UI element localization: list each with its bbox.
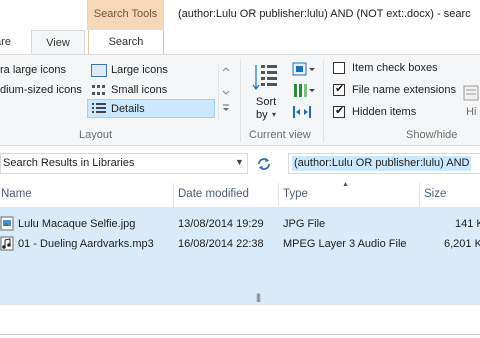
sort-by-sublabel[interactable]: by <box>256 109 268 121</box>
hidden-items-label[interactable]: Hidden items <box>352 106 416 118</box>
layout-medium-icons[interactable]: dium-sized icons <box>0 84 82 96</box>
file-date: 13/08/2014 19:29 <box>178 218 264 230</box>
file-name-extensions-label[interactable]: File name extensions <box>352 84 456 96</box>
sort-ascending-icon: ▲ <box>342 181 349 188</box>
column-header-size[interactable]: Size <box>424 188 446 200</box>
tab-search[interactable]: Search <box>88 30 164 54</box>
window-bottom-border <box>0 334 480 335</box>
layout-large-icons[interactable]: Large icons <box>111 64 168 76</box>
ribbon-separator <box>323 60 324 142</box>
hide-selected-label[interactable]: Hi <box>466 106 476 118</box>
column-header-type[interactable]: Type <box>283 188 308 200</box>
horizontal-scrollbar[interactable] <box>0 289 480 304</box>
hidden-items-checkbox[interactable]: ✔ <box>333 105 345 118</box>
scrollbar-grip-icon[interactable]: ||| <box>256 292 261 302</box>
group-label-layout: Layout <box>79 129 113 141</box>
file-date: 16/08/2014 22:38 <box>178 238 264 250</box>
file-name[interactable]: Lulu Macaque Selfie.jpg <box>18 218 135 230</box>
item-check-boxes-label[interactable]: Item check boxes <box>352 62 438 74</box>
checkmark-icon: ✔ <box>335 105 345 117</box>
audio-file-icon <box>0 236 14 252</box>
item-check-boxes-checkbox[interactable] <box>333 62 345 74</box>
ribbon-separator <box>240 60 241 142</box>
chevron-down-icon: ▾ <box>272 110 277 119</box>
large-icons-icon <box>91 64 107 77</box>
details-icon <box>91 102 107 115</box>
column-divider[interactable] <box>278 183 279 207</box>
column-divider[interactable] <box>173 183 174 207</box>
image-file-icon <box>0 216 14 232</box>
group-label-show-hide: Show/hide <box>406 129 458 141</box>
context-tab-group-title: Search Tools <box>93 8 158 20</box>
status-bar <box>0 304 480 338</box>
column-header-date-modified[interactable]: Date modified <box>178 188 249 200</box>
size-columns-icon[interactable] <box>292 104 312 120</box>
chevron-down-icon[interactable]: ▼ <box>235 157 244 167</box>
checkmark-icon: ✔ <box>335 83 345 95</box>
sort-icon <box>252 62 280 92</box>
tab-share[interactable]: are <box>0 30 18 54</box>
column-divider[interactable] <box>419 183 420 207</box>
layout-details[interactable]: Details <box>111 103 145 115</box>
group-label-current-view: Current view <box>249 129 311 141</box>
refresh-icon[interactable] <box>255 155 273 173</box>
window-title: (author:Lulu OR publisher:lulu) AND (NOT… <box>178 8 471 20</box>
layout-extra-large-icons[interactable]: ra large icons <box>0 64 66 76</box>
search-query[interactable]: (author:Lulu OR publisher:lulu) AND <box>292 156 472 171</box>
file-size: 6,201 K <box>444 238 480 250</box>
small-icons-icon <box>91 84 107 97</box>
hide-selected-icon[interactable] <box>462 84 480 106</box>
file-type: JPG File <box>283 218 326 230</box>
layout-small-icons[interactable]: Small icons <box>111 84 167 96</box>
sort-by-label[interactable]: Sort <box>256 96 276 108</box>
add-columns-icon[interactable] <box>292 83 316 99</box>
address-location[interactable]: Search Results in Libraries <box>3 157 134 169</box>
file-size: 141 K <box>455 218 480 230</box>
group-by-icon[interactable] <box>292 62 316 78</box>
file-name-extensions-checkbox[interactable]: ✔ <box>333 83 345 96</box>
file-type: MPEG Layer 3 Audio File <box>283 238 407 250</box>
tab-view[interactable]: View <box>31 30 85 54</box>
column-header-name[interactable]: Name <box>1 188 32 200</box>
file-name[interactable]: 01 - Dueling Aardvarks.mp3 <box>18 238 154 250</box>
layout-gallery-scroll[interactable] <box>218 63 233 119</box>
